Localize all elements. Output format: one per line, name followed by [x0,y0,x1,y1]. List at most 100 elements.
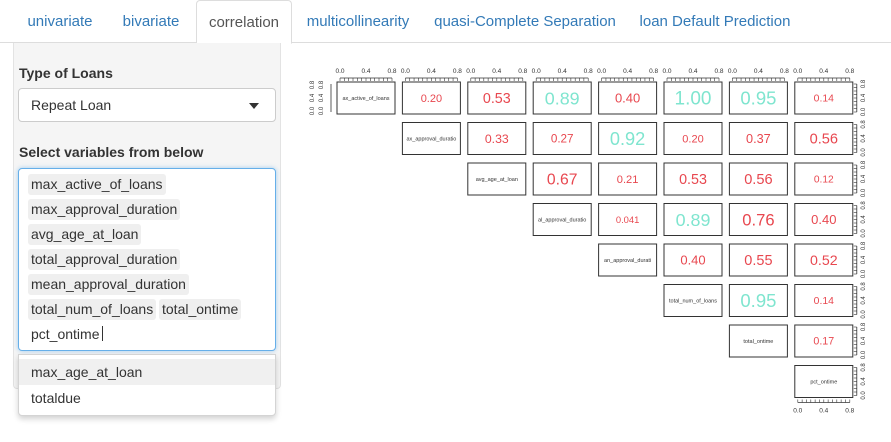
correlation-value: 0.14 [814,94,834,105]
correlation-panel [598,122,658,155]
correlation-value: 0.12 [814,175,834,186]
variables-multiselect[interactable]: max_active_of_loans max_approval_duratio… [18,168,276,351]
top-axis-tick-label: 0.8 [845,68,854,75]
top-axis-tick-label: 0.0 [597,68,606,75]
correlation-value: 0.21 [617,174,639,186]
top-axis-tick-label: 0.8 [780,68,789,75]
right-axis-tick-label: 0.4 [861,296,867,305]
top-axis-tick-label: 0.4 [688,68,697,75]
right-axis-tick-label: 0.0 [861,350,867,359]
top-axis-tick-label: 0.4 [558,68,567,75]
right-axis-tick-label: 0.8 [861,79,867,88]
correlation-value: 0.67 [547,171,578,188]
right-axis-tick-label: 0.4 [861,174,867,183]
dropdown-option[interactable]: max_age_at_loan [19,359,275,385]
right-axis-tick-label: 0.4 [861,377,867,386]
tab-multicollinearity[interactable]: multicollinearity [296,0,420,43]
right-axis-tick-label: 0.4 [861,93,867,102]
right-axis-tick-label: 0.0 [861,188,867,197]
left-axis-tick-label: 0.8 [310,80,316,89]
correlation-panel [728,122,788,155]
correlation-value: 0.40 [615,91,640,106]
selected-variable-chip[interactable]: avg_age_at_loan [28,224,142,245]
correlation-value: 0.52 [810,253,838,269]
top-axis-tick-label: 0.8 [649,68,658,75]
correlation-value: 0.56 [810,132,838,148]
multiselect-search-input[interactable]: pct_ontime [31,324,104,345]
selected-variable-chip[interactable]: total_approval_duration [28,249,181,270]
right-axis-tick-label: 0.4 [861,134,867,143]
correlation-panel [467,122,527,155]
top-axis-tick-label: 0.0 [335,68,344,75]
left-axis-tick-label: 0.8 [319,80,325,89]
diagonal-variable-label: ax_approval_duratio [406,137,456,143]
correlation-value: 0.37 [746,132,771,146]
text-cursor [102,326,104,341]
correlation-panel [532,122,592,155]
diagonal-panel [401,122,461,155]
diagonal-variable-label: al_approval_duratio [538,218,586,224]
left-axis-tick-label: 0.0 [310,106,316,115]
tab-bivariate[interactable]: bivariate [110,0,192,43]
correlation-value: 0.20 [682,133,703,145]
diagonal-panel [467,162,527,196]
diagonal-variable-label: pct_ontime [810,380,837,386]
top-axis-tick-label: 0.0 [532,68,541,75]
tab-univariate[interactable]: univariate [14,0,106,43]
selected-variable-chip[interactable]: max_approval_duration [28,199,181,220]
diagonal-panel [336,81,396,115]
top-axis-tick-label: 0.4 [361,68,370,75]
top-axis-tick-label: 0.4 [492,68,501,75]
correlation-panel [663,243,723,277]
correlation-panel [598,162,658,196]
right-axis-tick-label: 0.0 [861,391,867,400]
variables-label: Select variables from below [19,144,204,160]
correlation-panel [794,81,854,115]
selected-variable-chip[interactable]: max_active_of_loans [28,174,166,195]
diagonal-variable-label: total_ontime [743,339,773,345]
correlation-panel [401,81,461,115]
correlation-panel [794,122,854,155]
correlation-value: 1.00 [675,89,712,110]
variables-dropdown: max_age_at_loan totaldue [18,354,276,416]
left-axis-tick-label: 0.4 [319,93,325,102]
correlation-panel [532,81,592,115]
top-axis-tick-label: 0.0 [662,68,671,75]
right-axis-tick-label: 0.4 [861,336,867,345]
correlation-value: 0.95 [740,290,776,311]
diagonal-panel [728,324,788,358]
correlation-panel [794,243,854,277]
diagonal-variable-label: an_approval_durati [604,258,651,264]
correlation-panel [794,162,854,196]
tab-quasi-complete-separation[interactable]: quasi-Complete Separation [424,0,626,43]
right-axis-tick-label: 0.4 [861,215,867,224]
selected-variable-chip[interactable]: total_num_of_loans [28,299,157,320]
left-axis-tick-label: 0.4 [310,93,316,102]
correlation-value: 0.14 [814,296,834,307]
type-of-loans-label: Type of Loans [19,65,113,81]
top-axis-tick-label: 0.8 [387,68,396,75]
correlation-value: 0.55 [744,253,772,269]
correlation-panel [728,81,788,115]
correlation-value: 0.27 [551,133,574,146]
dropdown-option[interactable]: totaldue [19,385,275,411]
correlation-value: 0.89 [545,88,580,108]
correlation-value: 0.33 [485,132,509,146]
selected-variable-chip[interactable]: mean_approval_duration [28,274,189,295]
diagonal-variable-label: avg_age_at_loan [476,177,518,183]
correlation-panel [598,81,658,115]
correlation-panel [598,203,658,236]
correlation-value: 0.76 [742,210,774,229]
tab-correlation[interactable]: correlation [196,0,292,44]
tab-loan-default-prediction[interactable]: loan Default Prediction [630,0,800,43]
correlation-panel [728,284,788,317]
correlation-panel [794,324,854,358]
right-axis-tick-label: 0.8 [861,120,867,129]
top-axis-tick-label: 0.4 [754,68,763,75]
bottom-axis-tick-label: 0.8 [845,408,854,415]
selected-variable-chip[interactable]: total_ontime [159,299,242,320]
loan-type-select[interactable]: Repeat Loan [18,88,276,122]
correlation-value: 0.89 [676,210,711,230]
top-axis-tick-label: 0.4 [623,68,632,75]
right-axis-tick-label: 0.8 [861,241,867,250]
